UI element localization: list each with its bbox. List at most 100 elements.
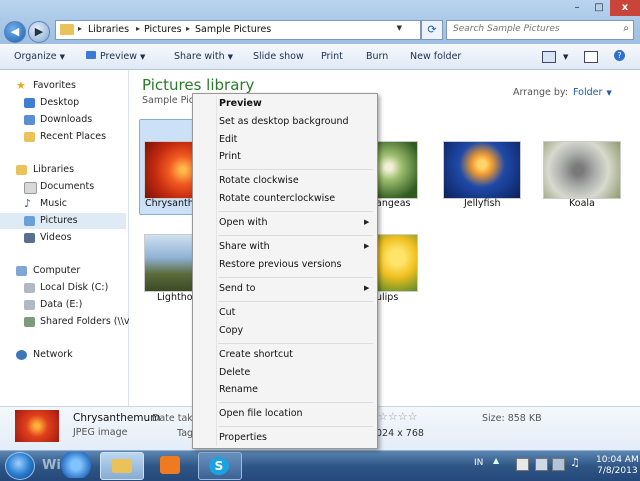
skype-taskbar-button[interactable]: S [198,452,242,480]
menu-item-send-to[interactable]: Send to [219,283,255,294]
disk-icon [24,300,35,310]
menu-separator [218,402,373,403]
menu-item-preview[interactable]: Preview [219,98,262,109]
menu-item-properties[interactable]: Properties [219,432,267,443]
chevron-down-icon[interactable]: ▼ [397,24,402,32]
nav-desktop[interactable]: Desktop [0,95,126,111]
file-name[interactable]: Jellyfish [464,198,501,209]
details-tags-label: Tag [177,428,194,439]
chevron-down-icon: ▼ [139,53,146,61]
slide-show-button[interactable]: Slide show [253,51,304,62]
burn-button[interactable]: Burn [366,51,388,62]
search-icon[interactable]: ⌕ [623,23,629,34]
tray-expand-icon[interactable]: ▲ [493,456,499,465]
clock[interactable]: 10:04 AM 7/8/2013 [596,455,639,477]
menu-item-rotate-counterclockwise[interactable]: Rotate counterclockwise [219,193,335,204]
rating-stars[interactable]: ☆☆☆☆ [378,410,417,423]
share-with-button[interactable]: Share with ▼ [174,51,233,62]
nav-pictures[interactable]: Pictures [0,213,126,229]
nav-documents[interactable]: Documents [0,179,126,195]
search-box[interactable]: ⌕ [446,20,634,40]
nav-music[interactable]: ♪ Music [0,196,126,212]
file-name[interactable]: angeas [376,198,411,209]
explorer-taskbar-button[interactable] [100,452,144,480]
breadcrumb-sample-pictures[interactable]: Sample Pictures [195,24,271,35]
menu-item-share-with[interactable]: Share with [219,241,270,252]
new-folder-button[interactable]: New folder [410,51,461,62]
chevron-down-icon[interactable]: ▼ [563,53,568,61]
print-button[interactable]: Print [321,51,343,62]
menu-item-open-file-location[interactable]: Open file location [219,408,303,419]
details-thumbnail [15,410,59,442]
action-center-icon[interactable] [516,458,529,471]
menu-item-print[interactable]: Print [219,151,241,162]
chevron-right-icon: ▸ [136,24,141,33]
details-file-name: Chrysanthemum [73,412,161,424]
nav-shared-folders[interactable]: Shared Folders (\\vn [0,314,136,330]
star-icon: ★ [16,79,26,92]
file-name[interactable]: ulips [376,292,398,303]
start-button[interactable] [5,452,35,480]
preview-button[interactable]: Preview ▼ [86,51,145,62]
downloads-icon [24,115,35,125]
nav-computer[interactable]: Computer [0,263,126,279]
nav-recent-places[interactable]: Recent Places [0,129,126,145]
media-player-taskbar-button[interactable] [150,452,192,478]
menu-item-create-shortcut[interactable]: Create shortcut [219,349,293,360]
volume-icon[interactable]: ♫ [570,456,580,469]
nav-favorites[interactable]: ★ Favorites [0,78,126,94]
nav-network[interactable]: Network [0,347,126,363]
menu-separator [218,343,373,344]
menu-separator [218,211,373,212]
menu-item-rename[interactable]: Rename [219,384,258,395]
view-options-icon[interactable] [542,51,556,63]
menu-separator [218,277,373,278]
library-subtitle: Sample Pict [142,95,198,106]
details-dimensions: 024 x 768 [376,428,424,439]
chevron-down-icon: ▼ [606,89,612,97]
menu-item-open-with[interactable]: Open with [219,217,268,228]
file-name[interactable]: Koala [569,198,595,209]
menu-item-cut[interactable]: Cut [219,307,235,318]
menu-item-copy[interactable]: Copy [219,325,243,336]
nav-downloads[interactable]: Downloads [0,112,126,128]
nav-libraries[interactable]: Libraries [0,162,126,178]
chevron-right-icon: ▸ [186,24,191,33]
arrange-by-dropdown[interactable]: Folder ▼ [573,87,612,98]
thumbnail-koala[interactable] [543,141,621,199]
nav-local-disk[interactable]: Local Disk (C:) [0,280,126,296]
language-indicator[interactable]: IN [474,458,483,468]
refresh-icon: ⟳ [427,23,437,36]
help-icon[interactable]: ? [614,50,625,61]
nav-data-drive[interactable]: Data (E:) [0,297,126,313]
menu-item-edit[interactable]: Edit [219,134,237,145]
refresh-button[interactable]: ⟳ [421,20,443,40]
menu-item-set-as-desktop-background[interactable]: Set as desktop background [219,116,349,127]
videos-icon [24,233,35,243]
network-status-icon[interactable] [535,458,548,471]
breadcrumb-pictures[interactable]: Pictures [144,24,182,35]
menu-item-restore-previous-versions[interactable]: Restore previous versions [219,259,341,270]
close-button[interactable]: x [610,0,640,16]
breadcrumb-libraries[interactable]: Libraries [88,24,129,35]
address-bar[interactable]: ▸ Libraries ▸ Pictures ▸ Sample Pictures… [55,20,421,40]
maximize-button[interactable]: □ [588,0,610,16]
network-icon [16,350,27,360]
folder-icon [112,459,132,473]
thumbnail-hydrangeas[interactable] [376,141,418,199]
minimize-button[interactable]: – [566,0,588,16]
forward-button[interactable]: ▶ [28,21,50,43]
power-icon[interactable] [552,458,565,471]
thumbnail-tulips[interactable] [376,234,418,292]
thumbnail-lighthouse[interactable] [144,234,194,292]
internet-explorer-icon[interactable] [55,452,97,478]
disk-icon [24,283,35,293]
organize-button[interactable]: Organize ▼ [14,51,65,62]
preview-pane-icon[interactable] [584,51,598,63]
thumbnail-jellyfish[interactable] [443,141,521,199]
back-button[interactable]: ◀ [4,21,26,43]
menu-item-rotate-clockwise[interactable]: Rotate clockwise [219,175,299,186]
nav-videos[interactable]: Videos [0,230,126,246]
menu-item-delete[interactable]: Delete [219,367,250,378]
search-input[interactable] [451,23,615,35]
